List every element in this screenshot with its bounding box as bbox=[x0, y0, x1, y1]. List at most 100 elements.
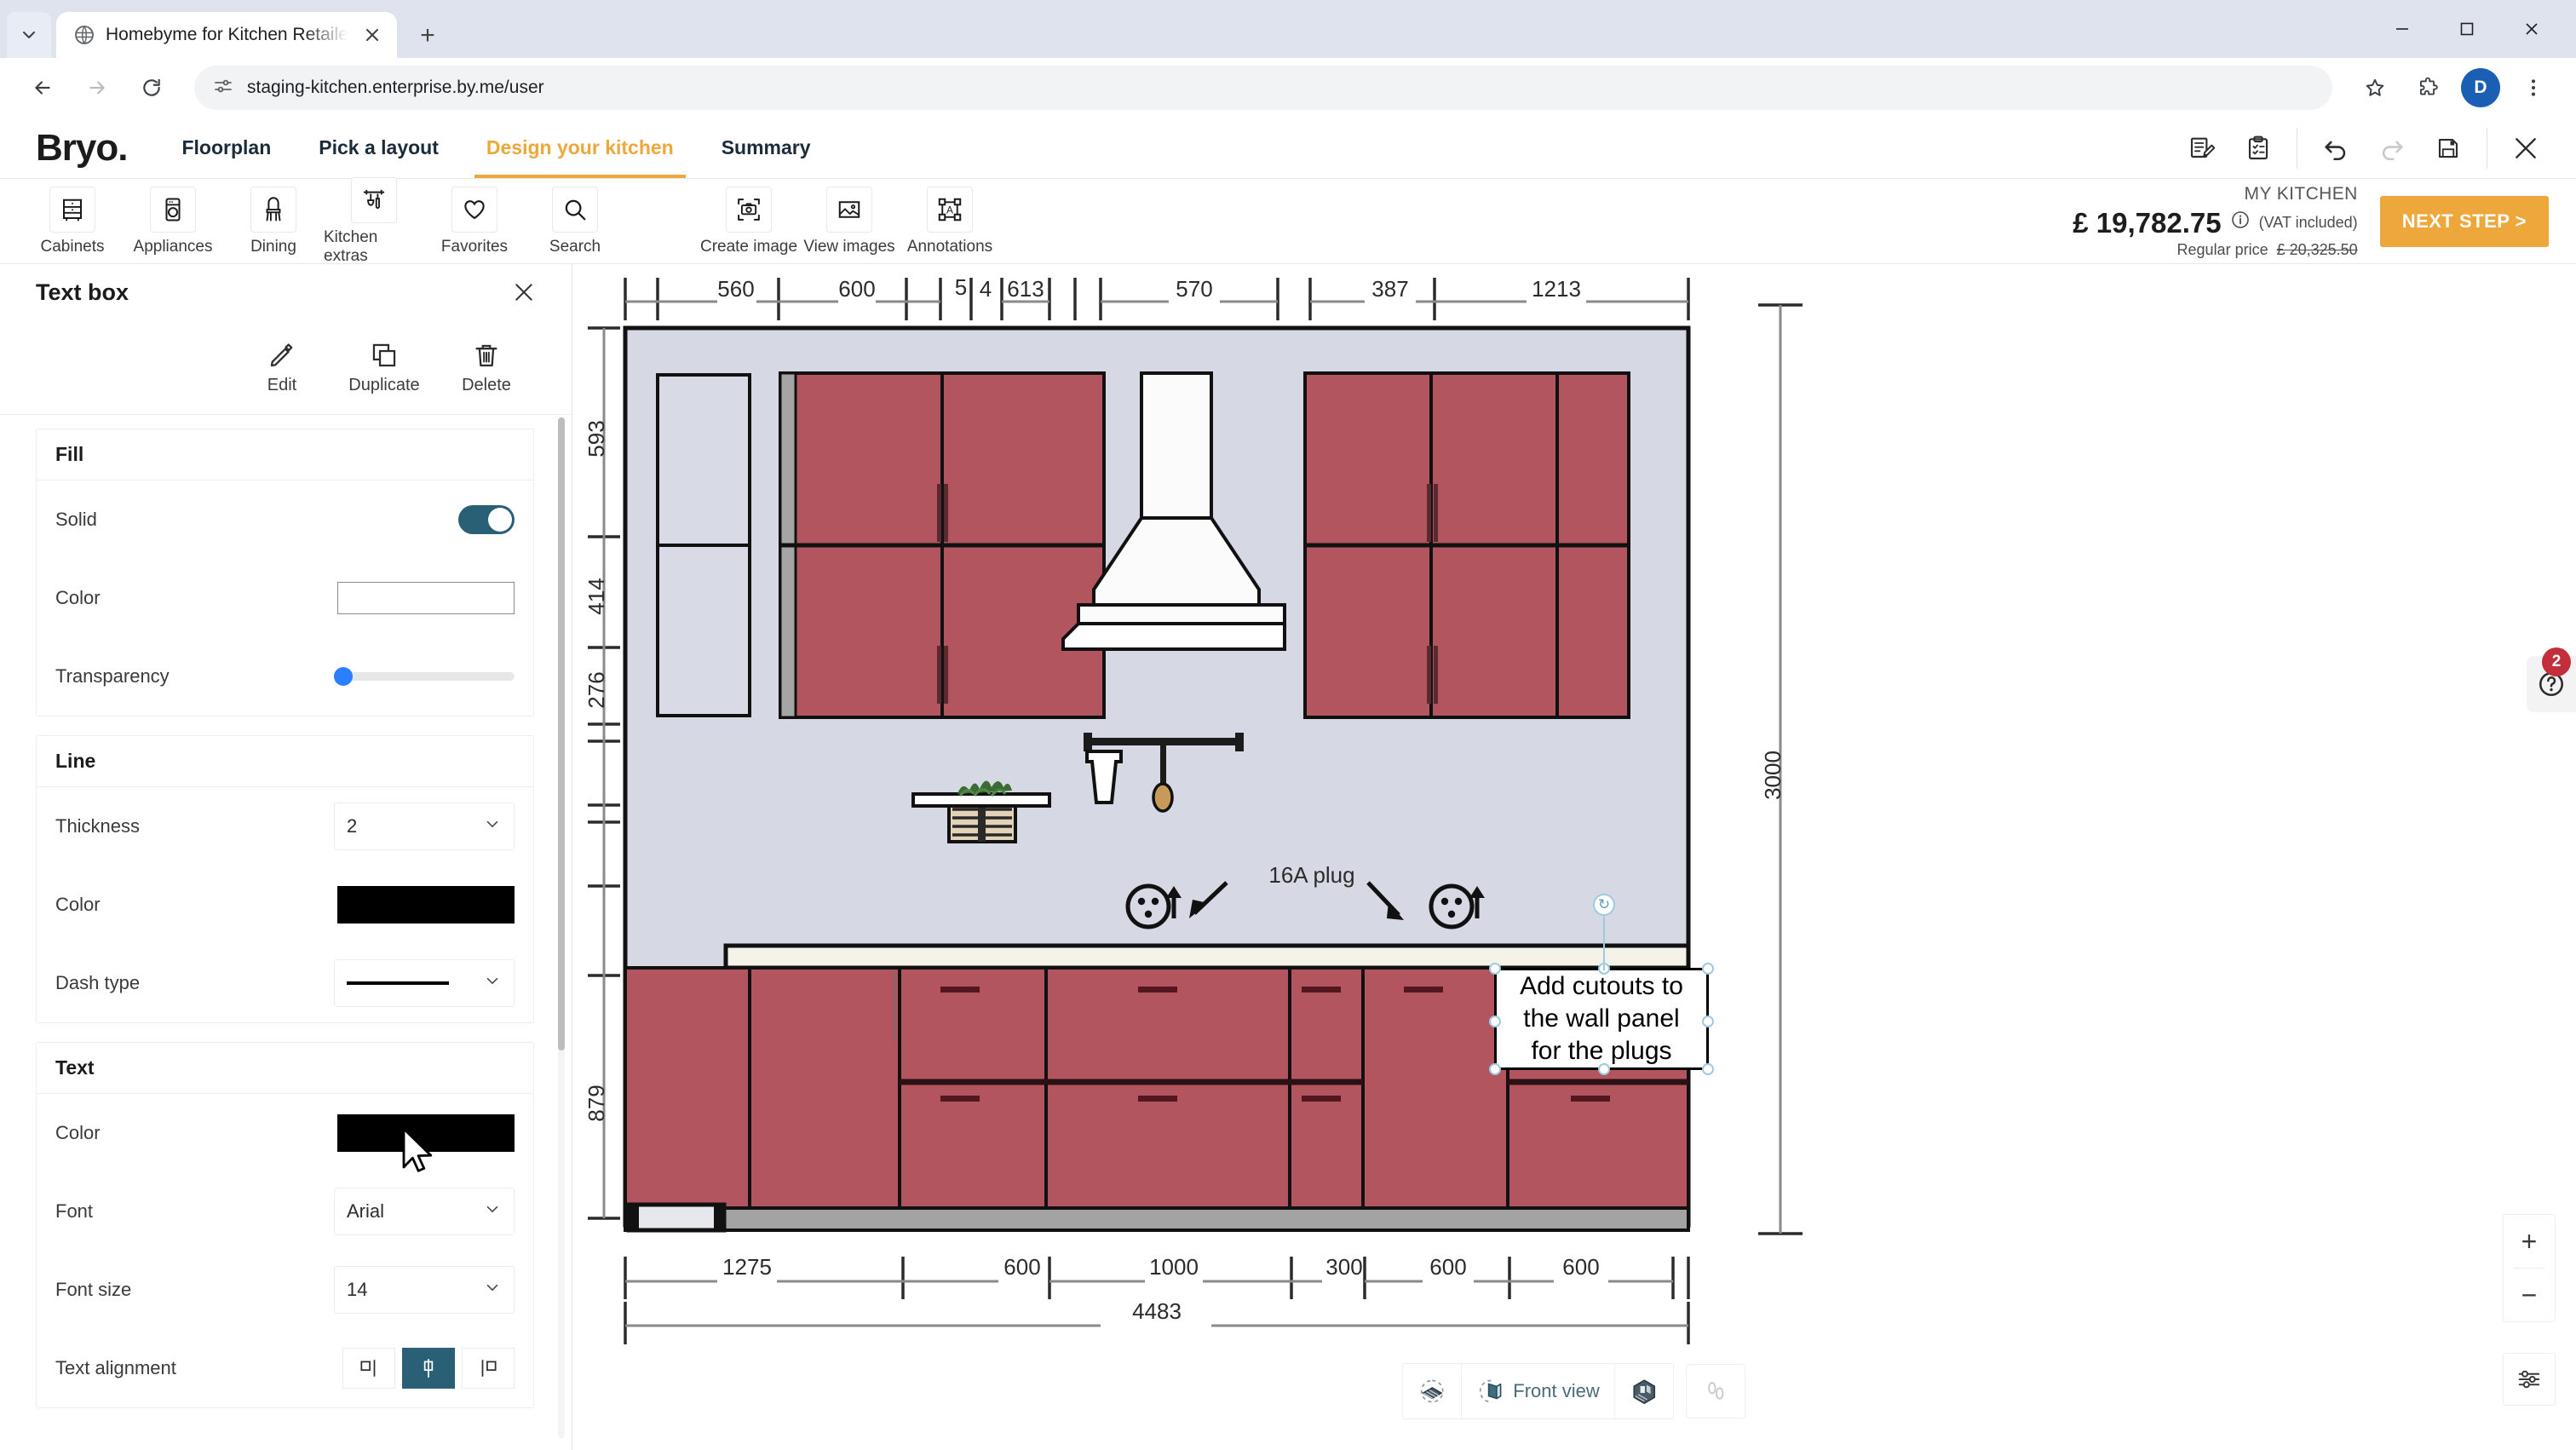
text-color-swatch[interactable] bbox=[337, 1114, 515, 1152]
text-font-select[interactable]: Arial bbox=[334, 1188, 515, 1235]
window-close-icon[interactable] bbox=[2499, 0, 2564, 58]
kebab-menu-icon[interactable] bbox=[2510, 64, 2557, 112]
profile-avatar[interactable]: D bbox=[2457, 64, 2504, 112]
tool-annotations[interactable]: A Annotations bbox=[900, 187, 1000, 256]
tool-dining[interactable]: Dining bbox=[223, 187, 324, 256]
rotate-handle-icon[interactable]: ↻ bbox=[1593, 894, 1615, 916]
line-thickness-select[interactable]: 2 bbox=[334, 803, 515, 850]
toolbar-right: D bbox=[2351, 64, 2557, 112]
header-history-group bbox=[2308, 120, 2476, 176]
tool-label: Favorites bbox=[441, 238, 508, 256]
design-canvas[interactable]: .dim { font-family: "Liberation Sans", s… bbox=[572, 264, 2576, 1450]
resize-handle-ne[interactable] bbox=[1702, 963, 1714, 975]
view-front-button[interactable]: Front view bbox=[1462, 1364, 1615, 1418]
panel-scrollbar[interactable] bbox=[558, 417, 565, 1438]
tool-cabinets[interactable]: Cabinets bbox=[22, 187, 123, 256]
zoom-in-button[interactable]: + bbox=[2504, 1215, 2555, 1268]
line-thickness-value: 2 bbox=[347, 815, 357, 837]
browser-tab[interactable]: Homebyme for Kitchen Retailers bbox=[56, 12, 397, 58]
nav-tab-floorplan[interactable]: Floorplan bbox=[158, 118, 295, 178]
close-design-icon[interactable] bbox=[2498, 120, 2554, 176]
resize-handle-w[interactable] bbox=[1489, 1016, 1501, 1027]
tool-appliances[interactable]: Appliances bbox=[123, 187, 223, 256]
panel-scroll-area[interactable]: Fill Solid Color Transparency Line bbox=[0, 415, 572, 1450]
minimize-icon[interactable] bbox=[2370, 0, 2435, 58]
slider-knob[interactable] bbox=[334, 667, 353, 686]
text-fontsize-row: Font size 14 bbox=[37, 1251, 533, 1329]
left-dim-0: 593 bbox=[584, 420, 609, 457]
nav-tab-pick-a-layout[interactable]: Pick a layout bbox=[295, 118, 463, 178]
clipboard-checklist-icon[interactable] bbox=[2230, 120, 2286, 176]
panel-actions: Edit Duplicate Delete bbox=[0, 320, 572, 415]
star-icon[interactable] bbox=[2351, 64, 2399, 112]
zoom-out-button[interactable]: − bbox=[2504, 1269, 2555, 1321]
tool-label: Annotations bbox=[907, 238, 992, 256]
help-button[interactable]: 2 bbox=[2527, 656, 2576, 712]
line-thickness-row: Thickness 2 bbox=[37, 787, 533, 866]
view-mode-group: Front view bbox=[1402, 1363, 1674, 1419]
text-fontsize-select[interactable]: 14 bbox=[334, 1266, 515, 1314]
maximize-icon[interactable] bbox=[2435, 0, 2499, 58]
front-view-icon bbox=[1477, 1378, 1504, 1405]
bottom-dim-4: 600 bbox=[1429, 1254, 1466, 1280]
display-settings-button[interactable] bbox=[2503, 1353, 2556, 1406]
text-color-label: Color bbox=[55, 1122, 101, 1144]
total-width-label: 4483 bbox=[1132, 1298, 1182, 1324]
duplicate-button[interactable]: Duplicate bbox=[348, 341, 420, 395]
align-right-button[interactable] bbox=[462, 1348, 515, 1389]
tool-create-image[interactable]: Create image bbox=[699, 187, 799, 256]
info-icon[interactable] bbox=[2230, 210, 2251, 235]
align-left-button[interactable] bbox=[342, 1348, 395, 1389]
resize-handle-s[interactable] bbox=[1598, 1063, 1610, 1075]
help-badge-count: 2 bbox=[2542, 647, 2571, 676]
price-amount: £ 19,782.75 bbox=[2073, 205, 2221, 240]
resize-handle-se[interactable] bbox=[1702, 1063, 1714, 1075]
extensions-icon[interactable] bbox=[2404, 64, 2452, 112]
fill-transparency-slider[interactable] bbox=[334, 672, 515, 681]
resize-handle-sw[interactable] bbox=[1489, 1063, 1501, 1075]
tab-close-icon[interactable] bbox=[358, 20, 387, 49]
cabinet-icon bbox=[49, 187, 95, 233]
resize-handle-nw[interactable] bbox=[1489, 963, 1501, 975]
right-dim-3000: 3000 bbox=[1760, 751, 1785, 800]
tool-favorites[interactable]: Favorites bbox=[424, 187, 525, 256]
fill-solid-toggle[interactable] bbox=[458, 505, 515, 534]
line-color-swatch[interactable] bbox=[337, 886, 515, 924]
tool-search[interactable]: Search bbox=[525, 187, 625, 256]
site-settings-icon[interactable] bbox=[213, 76, 233, 101]
nav-tab-design-your-kitchen[interactable]: Design your kitchen bbox=[463, 118, 698, 178]
tool-kitchen-extras[interactable]: Kitchen extras bbox=[324, 177, 424, 266]
reload-icon[interactable] bbox=[128, 64, 175, 112]
undo-icon[interactable] bbox=[2308, 120, 2364, 176]
brand-logo[interactable]: Bryo. bbox=[0, 118, 158, 178]
annotation-text-box[interactable]: Add cutouts to the wall panel for the pl… bbox=[1494, 968, 1709, 1070]
save-icon[interactable] bbox=[2420, 120, 2476, 176]
text-font-row: Font Arial bbox=[37, 1172, 533, 1251]
walkthrough-button[interactable] bbox=[1687, 1364, 1746, 1418]
back-arrow-icon[interactable] bbox=[19, 64, 66, 112]
address-bar[interactable]: staging-kitchen.enterprise.by.me/user bbox=[194, 66, 2332, 110]
edit-button[interactable]: Edit bbox=[246, 341, 318, 395]
tab-search-chevron-icon[interactable] bbox=[7, 12, 51, 58]
redo-icon[interactable] bbox=[2364, 120, 2420, 176]
nav-tab-summary[interactable]: Summary bbox=[698, 118, 835, 178]
bottom-dim-5: 600 bbox=[1562, 1254, 1599, 1280]
delete-button[interactable]: Delete bbox=[451, 341, 522, 395]
fill-color-swatch[interactable] bbox=[337, 582, 515, 614]
notes-edit-icon[interactable] bbox=[2174, 120, 2230, 176]
align-center-button[interactable] bbox=[402, 1348, 455, 1389]
panel-close-icon[interactable] bbox=[507, 275, 541, 309]
plinth bbox=[625, 1205, 1688, 1230]
view-3d-button[interactable] bbox=[1616, 1364, 1674, 1418]
resize-handle-e[interactable] bbox=[1702, 1016, 1714, 1027]
search-icon bbox=[552, 187, 598, 233]
line-dash-select[interactable] bbox=[334, 959, 515, 1007]
avatar: D bbox=[2461, 68, 2500, 107]
annotation-line-2: the wall panel bbox=[1523, 1004, 1679, 1033]
tool-view-images[interactable]: View images bbox=[799, 187, 900, 256]
fill-section-title: Fill bbox=[37, 429, 533, 480]
next-step-button[interactable]: NEXT STEP > bbox=[2380, 196, 2549, 247]
view-2d-floorplan-button[interactable] bbox=[1403, 1364, 1462, 1418]
scrollbar-thumb[interactable] bbox=[558, 417, 565, 1050]
new-tab-button[interactable]: + bbox=[405, 14, 450, 58]
